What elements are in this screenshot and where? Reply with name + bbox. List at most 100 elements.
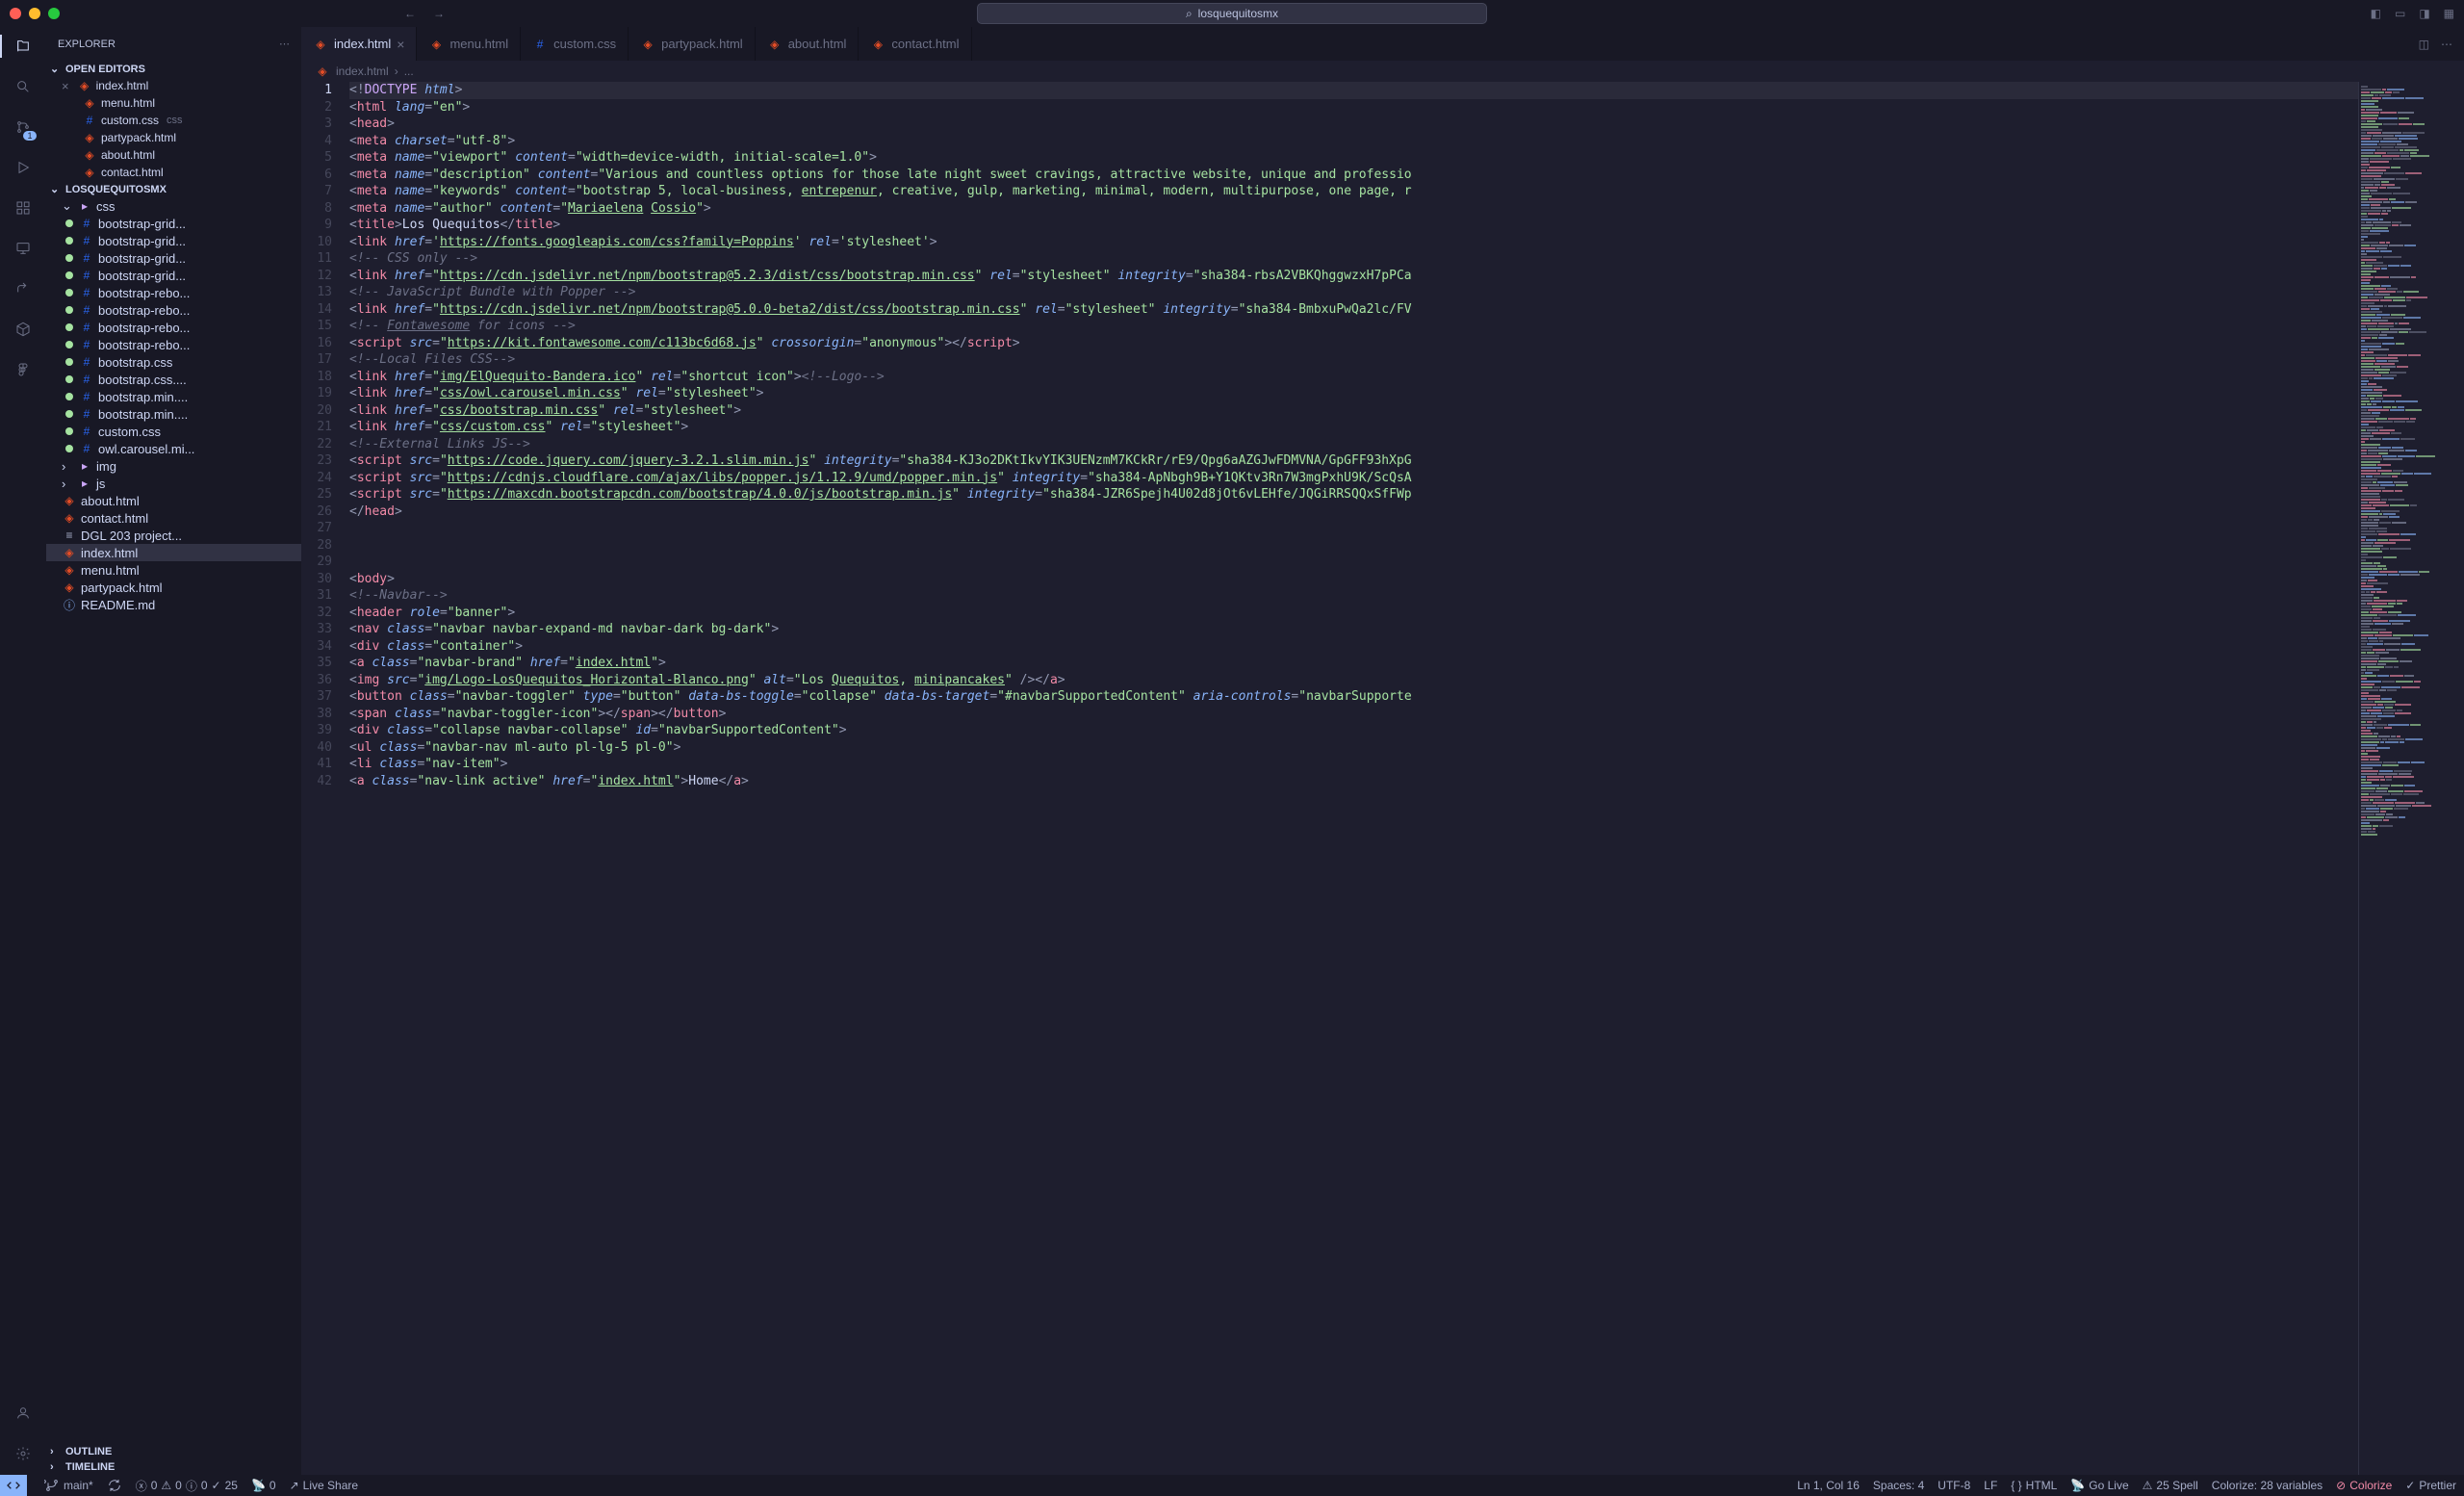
open-editor-item[interactable]: ◈contact.html (46, 164, 301, 181)
chevron-icon: ⌄ (62, 198, 73, 214)
extensions-icon[interactable] (12, 196, 35, 219)
open-editors-section[interactable]: ⌄ OPEN EDITORS (46, 61, 301, 77)
folder-item[interactable]: ›▸js (46, 475, 301, 492)
source-control-icon[interactable]: 1 (12, 116, 35, 139)
file-item[interactable]: #bootstrap.css.... (46, 371, 301, 388)
editor-tab[interactable]: ◈about.html (756, 27, 860, 61)
encoding[interactable]: UTF-8 (1938, 1479, 1970, 1492)
minimap[interactable] (2358, 82, 2464, 1475)
file-label: bootstrap-grid... (98, 251, 186, 266)
titlebar: ← → ⌕ losquequitosmx ◧ ▭ ◨ ▦ (0, 0, 2464, 27)
layout-panel-icon[interactable]: ▭ (2395, 7, 2405, 20)
section-label: OPEN EDITORS (65, 64, 145, 75)
open-editor-item[interactable]: ◈menu.html (46, 94, 301, 112)
file-label: DGL 203 project... (81, 529, 182, 543)
file-item[interactable]: #bootstrap-rebo... (46, 319, 301, 336)
file-item[interactable]: #bootstrap-grid... (46, 215, 301, 232)
sidebar-more-icon[interactable]: ⋯ (279, 38, 290, 50)
search-activity-icon[interactable] (12, 75, 35, 98)
code-content[interactable]: <!DOCTYPE html><html lang="en"><head><me… (349, 82, 2358, 1475)
layout-sidebar-left-icon[interactable]: ◧ (2371, 7, 2381, 20)
editor-tab[interactable]: ◈menu.html (417, 27, 521, 61)
colorize-vars[interactable]: Colorize: 28 variables (2212, 1479, 2323, 1492)
workspace-section[interactable]: ⌄ LOSQUEQUITOSMX (46, 181, 301, 197)
file-item[interactable]: #bootstrap-grid... (46, 267, 301, 284)
layout-sidebar-right-icon[interactable]: ◨ (2419, 7, 2429, 20)
file-item[interactable]: ≡DGL 203 project... (46, 527, 301, 544)
cube-icon[interactable] (12, 318, 35, 341)
no-icon: ⊘ (2336, 1479, 2346, 1492)
file-item[interactable]: #bootstrap-rebo... (46, 301, 301, 319)
file-item[interactable]: #owl.carousel.mi... (46, 440, 301, 457)
eol[interactable]: LF (1984, 1479, 1997, 1492)
file-item[interactable]: #bootstrap-grid... (46, 249, 301, 267)
file-item[interactable]: ◈partypack.html (46, 579, 301, 596)
open-editor-item[interactable]: ×◈index.html (46, 77, 301, 94)
split-editor-icon[interactable]: ◫ (2419, 38, 2429, 51)
tab-label: contact.html (891, 37, 959, 51)
command-center[interactable]: ⌕ losquequitosmx (977, 3, 1487, 24)
go-live[interactable]: 📡Go Live (2070, 1479, 2128, 1492)
live-share-icon[interactable] (12, 277, 35, 300)
figma-icon[interactable] (12, 358, 35, 381)
file-item[interactable]: #bootstrap-rebo... (46, 284, 301, 301)
colorize-button[interactable]: ⊘Colorize (2336, 1479, 2392, 1492)
open-editor-item[interactable]: ◈about.html (46, 146, 301, 164)
remote-button[interactable] (0, 1475, 27, 1496)
file-item[interactable]: ◈contact.html (46, 509, 301, 527)
settings-gear-icon[interactable] (12, 1442, 35, 1465)
editor-tab[interactable]: ◈contact.html (859, 27, 971, 61)
sidebar-title: EXPLORER (58, 39, 116, 50)
nav-forward-icon[interactable]: → (433, 7, 445, 20)
outline-section[interactable]: › OUTLINE (46, 1444, 301, 1459)
error-icon: ⓧ (136, 1478, 147, 1494)
explorer-icon[interactable] (12, 35, 35, 58)
file-item[interactable]: ◈index.html (46, 544, 301, 561)
spell-check[interactable]: ⚠25 Spell (2143, 1479, 2198, 1492)
breadcrumb[interactable]: ◈ index.html › ... (301, 61, 2464, 82)
folder-item[interactable]: ›▸img (46, 457, 301, 475)
more-actions-icon[interactable]: ⋯ (2441, 38, 2452, 51)
file-item[interactable]: #bootstrap.min.... (46, 388, 301, 405)
run-debug-icon[interactable] (12, 156, 35, 179)
open-editor-item[interactable]: ◈partypack.html (46, 129, 301, 146)
breadcrumb-separator: › (395, 64, 398, 78)
minimize-window[interactable] (29, 8, 40, 19)
file-label: menu.html (81, 563, 140, 578)
file-item[interactable]: #custom.css (46, 423, 301, 440)
problems[interactable]: ⓧ0 ⚠0 ⓘ0 ✓25 (136, 1478, 238, 1494)
indentation[interactable]: Spaces: 4 (1873, 1479, 1924, 1492)
file-item[interactable]: #bootstrap.css (46, 353, 301, 371)
prettier[interactable]: ✓Prettier (2405, 1479, 2456, 1492)
file-label: partypack.html (101, 131, 176, 144)
git-branch[interactable]: main* (44, 1478, 93, 1493)
close-icon[interactable]: × (62, 79, 69, 93)
live-share[interactable]: ↗ Live Share (290, 1479, 358, 1492)
layout-customize-icon[interactable]: ▦ (2444, 7, 2454, 20)
file-item[interactable]: ⓘREADME.md (46, 596, 301, 613)
port-forward[interactable]: 📡0 (251, 1479, 276, 1492)
file-item[interactable]: #bootstrap-rebo... (46, 336, 301, 353)
cursor-position[interactable]: Ln 1, Col 16 (1797, 1479, 1860, 1492)
close-icon[interactable]: × (397, 37, 404, 52)
file-item[interactable]: #bootstrap.min.... (46, 405, 301, 423)
close-window[interactable] (10, 8, 21, 19)
file-item[interactable]: ◈about.html (46, 492, 301, 509)
maximize-window[interactable] (48, 8, 60, 19)
accounts-icon[interactable] (12, 1402, 35, 1425)
remote-explorer-icon[interactable] (12, 237, 35, 260)
editor-tab[interactable]: ◈index.html× (301, 27, 417, 61)
nav-back-icon[interactable]: ← (404, 7, 416, 20)
folder-item[interactable]: ⌄▸css (46, 197, 301, 215)
editor-tab[interactable]: #custom.css (521, 27, 629, 61)
git-status-dot (65, 445, 73, 452)
code-editor[interactable]: 1234567891011121314151617181920212223242… (301, 82, 2358, 1475)
timeline-section[interactable]: › TIMELINE (46, 1459, 301, 1475)
open-editor-item[interactable]: #custom.csscss (46, 112, 301, 129)
file-item[interactable]: ◈menu.html (46, 561, 301, 579)
sync-button[interactable] (107, 1478, 122, 1493)
editor-tab[interactable]: ◈partypack.html (629, 27, 756, 61)
html-icon: ◈ (62, 545, 77, 560)
file-item[interactable]: #bootstrap-grid... (46, 232, 301, 249)
language-mode[interactable]: { }HTML (2011, 1479, 2057, 1492)
